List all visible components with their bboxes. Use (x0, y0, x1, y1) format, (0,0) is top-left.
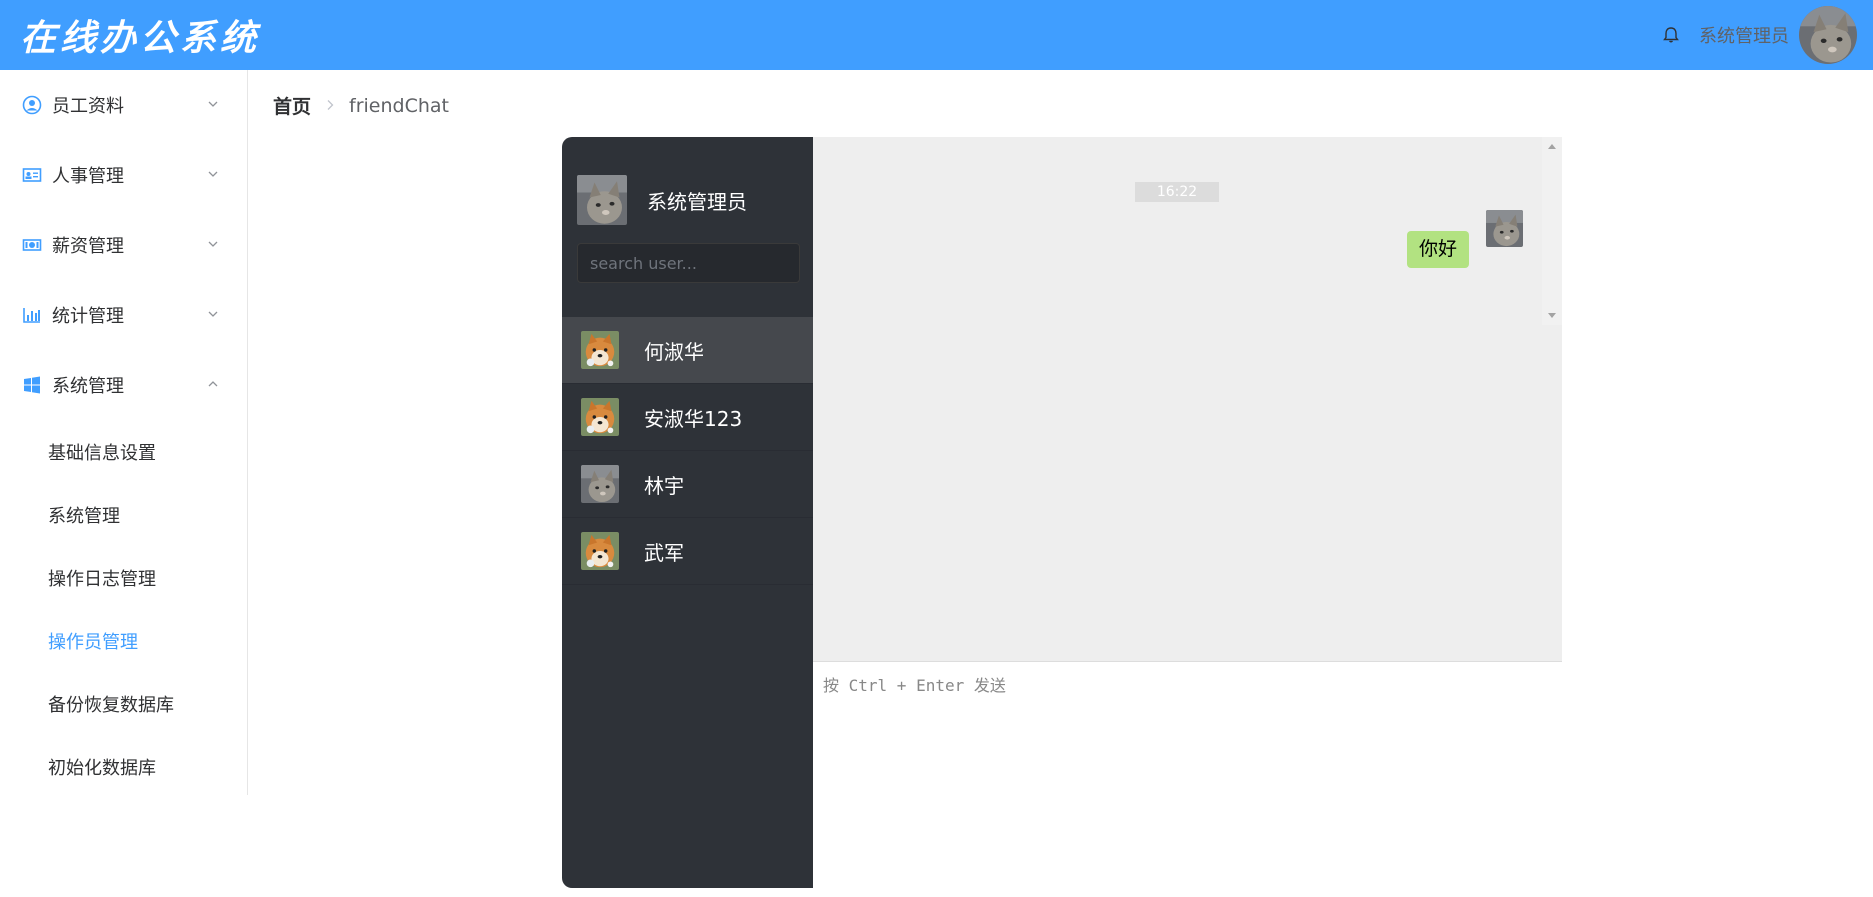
submenu-basic-info[interactable]: 基础信息设置 (0, 420, 247, 483)
self-avatar (577, 175, 627, 225)
breadcrumb-separator-icon (325, 96, 335, 115)
message-scrollbar[interactable] (1542, 137, 1562, 325)
menu-label: 人事管理 (52, 166, 124, 187)
contact-avatar (581, 465, 619, 503)
chat-self-card: 系统管理员 (577, 175, 747, 225)
menu-label: 薪资管理 (52, 236, 124, 257)
chevron-up-icon (208, 381, 218, 387)
message-avatar (1486, 210, 1523, 247)
chevron-down-icon (208, 241, 218, 247)
chevron-down-icon (208, 101, 218, 107)
bell-icon[interactable] (1661, 25, 1681, 45)
message-timestamp: 16:22 (1135, 182, 1219, 202)
message-area: 16:22 你好 (813, 137, 1562, 661)
chevron-down-icon (208, 311, 218, 317)
contact-item[interactable]: 安淑华123 (562, 384, 813, 451)
message-input[interactable] (813, 662, 1562, 888)
menu-statistics[interactable]: 统计管理 (0, 280, 247, 350)
message-bubble-self: 你好 (1407, 231, 1470, 268)
menu-label: 员工资料 (52, 96, 124, 117)
chat-conversation-panel: 16:22 你好 (813, 137, 1562, 888)
submenu-operator-admin[interactable]: 操作员管理 (0, 609, 247, 672)
menu-employee-info[interactable]: 员工资料 (0, 70, 247, 140)
contact-avatar (581, 331, 619, 369)
header-user-area: 系统管理员 (1661, 0, 1873, 70)
chat-contacts-panel: 系统管理员 何淑华 安淑华123 林宇 武军 (562, 137, 813, 888)
chat-panel: 系统管理员 何淑华 安淑华123 林宇 武军 16:22 你好 (562, 137, 1562, 888)
breadcrumb-home[interactable]: 首页 (273, 92, 311, 119)
search-user-input[interactable] (577, 243, 800, 283)
money-icon (22, 235, 42, 255)
submenu-init-database[interactable]: 初始化数据库 (0, 735, 247, 798)
contact-name: 安淑华123 (644, 406, 743, 431)
bar-chart-icon (22, 305, 42, 325)
menu-salary[interactable]: 薪资管理 (0, 210, 247, 280)
breadcrumb-current: friendChat (349, 94, 449, 117)
sidebar-menu: 员工资料 人事管理 薪资管理 统计管理 系统管理 基础信息设置 系统管理 操作日… (0, 70, 248, 795)
windows-icon (22, 375, 42, 395)
contact-item[interactable]: 何淑华 (562, 317, 813, 384)
contact-avatar (581, 532, 619, 570)
menu-hr[interactable]: 人事管理 (0, 140, 247, 210)
self-name: 系统管理员 (647, 189, 747, 214)
user-circle-icon (22, 95, 42, 115)
menu-system[interactable]: 系统管理 (0, 350, 247, 420)
contact-item[interactable]: 林宇 (562, 451, 813, 518)
user-avatar[interactable] (1799, 6, 1857, 64)
contact-avatar (581, 398, 619, 436)
contact-name: 何淑华 (644, 339, 704, 364)
submenu-system-admin[interactable]: 系统管理 (0, 483, 247, 546)
top-header: 在线办公系统 系统管理员 (0, 0, 1873, 70)
current-user-name[interactable]: 系统管理员 (1699, 22, 1789, 48)
contact-name: 武军 (644, 540, 684, 565)
contact-item[interactable]: 武军 (562, 518, 813, 585)
submenu-operation-log[interactable]: 操作日志管理 (0, 546, 247, 609)
id-card-icon (22, 165, 42, 185)
menu-label: 系统管理 (52, 376, 124, 397)
breadcrumb: 首页 friendChat (273, 92, 449, 119)
contact-list: 何淑华 安淑华123 林宇 武军 (562, 317, 813, 585)
submenu-backup-restore[interactable]: 备份恢复数据库 (0, 672, 247, 735)
chevron-down-icon (208, 171, 218, 177)
contact-name: 林宇 (644, 473, 684, 498)
app-title: 在线办公系统 (20, 17, 261, 59)
message-input-area (813, 661, 1562, 888)
menu-label: 统计管理 (52, 306, 124, 327)
